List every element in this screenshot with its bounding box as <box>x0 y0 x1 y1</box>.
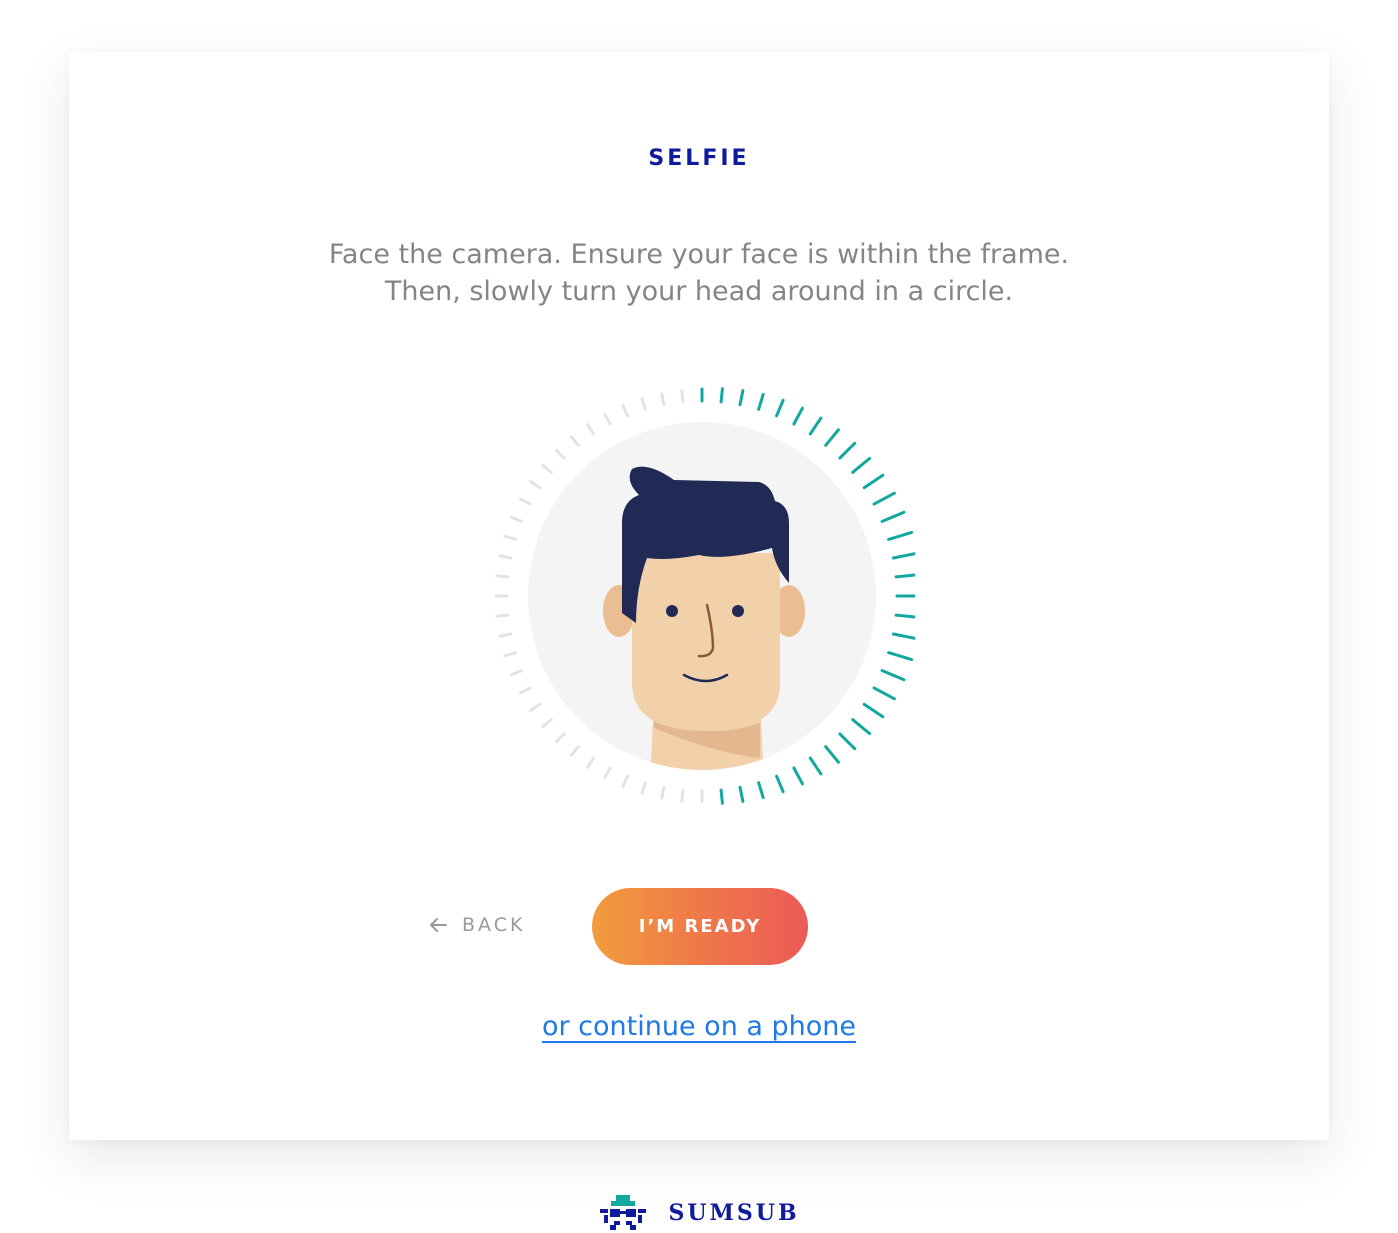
brand-name: SUMSUB <box>668 1200 800 1226</box>
progress-tick-pending <box>510 669 524 677</box>
progress-tick-done <box>891 632 915 640</box>
progress-tick-pending <box>495 613 510 618</box>
ready-button[interactable]: I’M READY <box>592 888 808 965</box>
progress-tick-pending <box>680 788 685 803</box>
page: SELFIE Face the camera. Ensure your face… <box>0 0 1398 1233</box>
progress-tick-done <box>851 718 871 735</box>
progress-tick-pending <box>518 497 532 506</box>
avatar-eye-right <box>732 605 744 617</box>
progress-tick-done <box>838 441 857 460</box>
progress-tick-done <box>872 686 896 701</box>
progress-tick-pending <box>621 774 629 788</box>
progress-tick-pending <box>640 781 647 795</box>
progress-tick-done <box>862 702 885 719</box>
avatar-face <box>632 553 780 731</box>
arrow-left-icon <box>430 918 447 932</box>
progress-tick-done <box>887 530 914 541</box>
progress-tick-pending <box>503 534 517 541</box>
progress-tick-pending <box>529 702 542 712</box>
page-title: SELFIE <box>648 146 750 171</box>
progress-tick-done <box>719 788 724 805</box>
progress-tick-pending <box>529 480 542 490</box>
progress-tick-pending <box>603 766 612 780</box>
instructions-line-1: Face the camera. Ensure your face is wit… <box>328 239 1070 270</box>
progress-tick-done <box>862 473 885 490</box>
progress-tick-done <box>824 428 840 447</box>
progress-tick-done <box>894 573 915 579</box>
progress-tick-done <box>775 774 785 794</box>
progress-tick-pending <box>586 423 596 436</box>
progress-tick-done <box>719 387 724 404</box>
progress-tick-done <box>757 392 765 411</box>
progress-tick-done <box>894 613 915 619</box>
progress-tick-pending <box>503 651 517 658</box>
progress-tick-done <box>738 785 745 803</box>
progress-tick-done <box>792 406 804 426</box>
progress-tick-pending <box>603 412 612 426</box>
progress-tick-pending <box>569 435 580 447</box>
progress-tick-pending <box>586 756 596 769</box>
continue-on-phone-link[interactable]: or continue on a phone <box>542 1011 856 1042</box>
progress-tick-done <box>738 389 745 407</box>
progress-tick-done <box>792 766 804 786</box>
sumsub-logo-icon <box>600 1195 647 1230</box>
progress-tick-pending <box>498 632 513 638</box>
progress-tick-done <box>757 781 765 800</box>
progress-tick-pending <box>498 554 513 560</box>
progress-tick-done <box>808 416 823 436</box>
progress-tick-done <box>887 651 914 662</box>
progress-tick-pending <box>660 392 666 407</box>
instructions-line-2: Then, slowly turn your head around in a … <box>384 276 1014 307</box>
phone-link-container: or continue on a phone <box>0 1011 1398 1042</box>
back-button[interactable]: BACK <box>428 903 548 947</box>
face-scan-illustration <box>494 387 915 805</box>
progress-tick-done <box>872 491 896 506</box>
progress-tick-pending <box>510 515 524 523</box>
progress-tick-pending <box>541 718 553 729</box>
brand-footer: SUMSUB <box>0 1193 1398 1233</box>
progress-tick-pending <box>495 574 510 579</box>
progress-tick-pending <box>518 686 532 695</box>
progress-tick-done <box>891 552 915 560</box>
progress-tick-done <box>808 756 823 776</box>
progress-tick-pending <box>621 404 629 418</box>
avatar-eye-left <box>666 605 678 617</box>
progress-tick-pending <box>541 463 553 474</box>
progress-tick-pending <box>554 448 566 460</box>
progress-tick-done <box>838 732 857 751</box>
progress-tick-done <box>851 457 871 474</box>
back-button-label: BACK <box>462 914 526 936</box>
progress-tick-done <box>775 398 785 418</box>
progress-tick-done <box>880 510 906 523</box>
instructions: Face the camera. Ensure your face is wit… <box>0 236 1398 310</box>
progress-tick-done <box>824 745 840 764</box>
progress-tick-done <box>880 669 906 682</box>
progress-tick-pending <box>680 389 685 404</box>
progress-tick-pending <box>640 397 647 411</box>
progress-tick-pending <box>554 732 566 744</box>
progress-tick-pending <box>569 745 580 757</box>
progress-tick-pending <box>660 785 666 800</box>
